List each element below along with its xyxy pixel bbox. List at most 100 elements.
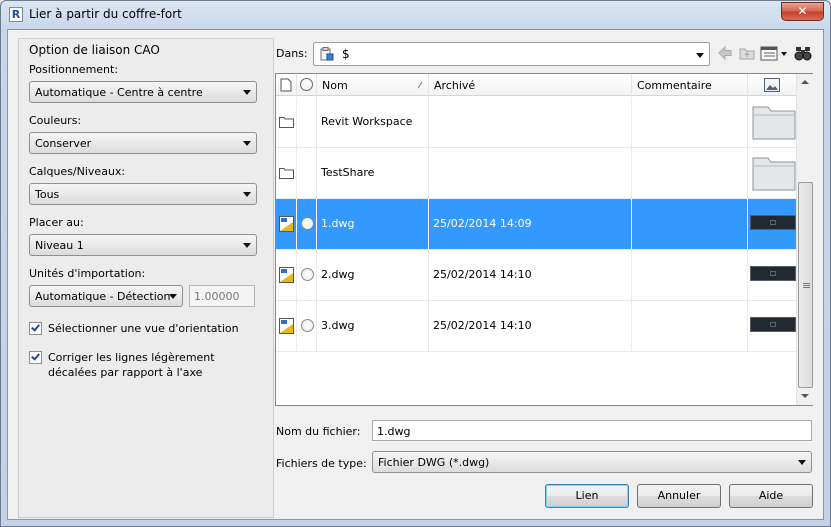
revit-app-icon: R	[9, 7, 23, 22]
grip-line	[803, 283, 810, 284]
file-archived: 25/02/2014 14:09	[433, 217, 532, 230]
dwg-thumbnail	[750, 215, 796, 230]
row-type-cell	[276, 97, 297, 147]
colors-value: Conserver	[35, 137, 92, 150]
image-preview-icon	[764, 78, 780, 92]
row-preview-cell	[748, 250, 796, 300]
folder-icon	[279, 168, 294, 179]
title-bar[interactable]: R Lier à partir du coffre-fort ✕	[1, 1, 830, 29]
row-comment-cell	[632, 199, 748, 249]
row-type-cell	[276, 148, 297, 198]
dwg-file-icon	[279, 267, 294, 283]
folder-thumbnail-icon	[752, 157, 796, 191]
row-type-cell	[276, 250, 297, 300]
file-status-radio[interactable]	[301, 217, 314, 230]
file-archived: 25/02/2014 14:10	[433, 319, 532, 332]
file-name-input[interactable]: 1.dwg	[372, 420, 812, 441]
link-button[interactable]: Lien	[545, 484, 629, 508]
dwg-thumbnail	[750, 317, 796, 332]
layers-value: Tous	[35, 188, 60, 201]
file-type-value: Fichier DWG (*.dwg)	[378, 456, 490, 469]
row-preview-cell	[748, 199, 796, 249]
file-status-radio[interactable]	[301, 319, 314, 332]
header-name-column[interactable]: Nom	[317, 74, 429, 96]
row-archived-cell	[429, 97, 632, 147]
back-arrow-icon[interactable]	[716, 44, 734, 62]
header-status-column[interactable]	[297, 74, 317, 96]
file-row[interactable]: Revit Workspace	[276, 97, 796, 148]
positioning-value: Automatique - Centre à centre	[35, 86, 203, 99]
sort-indicator-icon	[417, 81, 423, 89]
options-group-title: Option de liaison CAO	[29, 43, 160, 57]
layers-select[interactable]: Tous	[29, 183, 257, 205]
orient-view-checkbox[interactable]	[29, 322, 42, 335]
row-comment-cell	[632, 250, 748, 300]
positioning-select[interactable]: Automatique - Centre à centre	[29, 81, 257, 103]
row-type-cell	[276, 199, 297, 249]
chevron-up-icon	[801, 80, 809, 84]
file-list-scrollbar[interactable]	[796, 74, 813, 405]
file-type-select[interactable]: Fichier DWG (*.dwg)	[372, 451, 812, 473]
chevron-down-icon	[696, 53, 704, 58]
cad-link-options-panel: Option de liaison CAO Positionnement: Au…	[18, 38, 274, 518]
header-name-label: Nom	[322, 79, 348, 92]
window-title: Lier à partir du coffre-fort	[29, 7, 182, 21]
row-preview-cell	[748, 97, 796, 147]
header-archived-column[interactable]: Archivé	[429, 74, 632, 96]
colors-select[interactable]: Conserver	[29, 132, 257, 154]
correct-lines-checkbox[interactable]	[29, 351, 42, 364]
dialog-window: R Lier à partir du coffre-fort ✕ Option …	[0, 0, 831, 527]
grip-line	[803, 285, 810, 286]
file-status-radio[interactable]	[301, 268, 314, 281]
file-name-label: Nom du fichier:	[276, 425, 361, 438]
file-row[interactable]: TestShare	[276, 148, 796, 199]
up-folder-icon[interactable]	[738, 44, 756, 62]
file-name: 2.dwg	[321, 268, 355, 281]
checkmark-icon	[31, 322, 40, 332]
file-row[interactable]: 2.dwg 25/02/2014 14:10	[276, 250, 796, 301]
location-select[interactable]: $	[313, 42, 710, 66]
row-comment-cell	[632, 148, 748, 198]
layers-label: Calques/Niveaux:	[29, 165, 126, 178]
file-type-label: Fichiers de type:	[276, 457, 367, 470]
correct-lines-label-line1: Corriger les lignes légèrement	[48, 351, 215, 364]
close-button[interactable]: ✕	[781, 2, 824, 21]
file-name: 3.dwg	[321, 319, 355, 332]
cancel-button[interactable]: Annuler	[637, 484, 721, 508]
chevron-down-icon	[243, 90, 251, 95]
import-units-label: Unités d'importation:	[29, 267, 146, 280]
import-scale-field: 1.00000	[189, 285, 255, 307]
file-list[interactable]: Nom Archivé Commentaire Revit Workspace …	[275, 73, 813, 406]
header-preview-column[interactable]	[748, 74, 796, 96]
correct-lines-checkbox-row[interactable]: Corriger les lignes légèrement décalées …	[29, 350, 265, 382]
orient-view-checkbox-row[interactable]: Sélectionner une vue d'orientation	[29, 321, 265, 337]
view-menu-icon[interactable]	[760, 44, 790, 62]
row-status-cell	[297, 301, 317, 351]
help-button[interactable]: Aide	[729, 484, 813, 508]
scroll-down-button[interactable]	[797, 388, 814, 405]
file-row-selected[interactable]: 1.dwg 25/02/2014 14:09	[276, 199, 796, 250]
header-type-column[interactable]	[276, 74, 297, 96]
chevron-down-icon	[169, 294, 177, 299]
import-scale-value: 1.00000	[194, 290, 240, 303]
place-at-label: Placer au:	[29, 216, 84, 229]
import-units-select[interactable]: Automatique - Détection	[29, 285, 183, 307]
dwg-file-icon	[279, 318, 294, 334]
drawing-mark-icon	[770, 271, 776, 276]
chevron-down-icon	[243, 192, 251, 197]
header-comment-column[interactable]: Commentaire	[632, 74, 748, 96]
place-at-select[interactable]: Niveau 1	[29, 234, 257, 256]
import-units-value: Automatique - Détection	[35, 290, 171, 303]
file-archived: 25/02/2014 14:10	[433, 268, 532, 281]
folder-thumbnail-icon	[752, 106, 796, 140]
drawing-mark-icon	[770, 322, 776, 327]
scroll-up-button[interactable]	[797, 74, 814, 91]
scrollbar-thumb[interactable]	[798, 182, 813, 388]
colors-label: Couleurs:	[29, 114, 82, 127]
file-row[interactable]: 3.dwg 25/02/2014 14:10	[276, 301, 796, 352]
row-type-cell	[276, 301, 297, 351]
header-comment-label: Commentaire	[637, 79, 712, 92]
binoculars-icon[interactable]	[794, 44, 812, 62]
document-icon	[280, 78, 292, 92]
orient-view-label: Sélectionner une vue d'orientation	[48, 322, 239, 335]
